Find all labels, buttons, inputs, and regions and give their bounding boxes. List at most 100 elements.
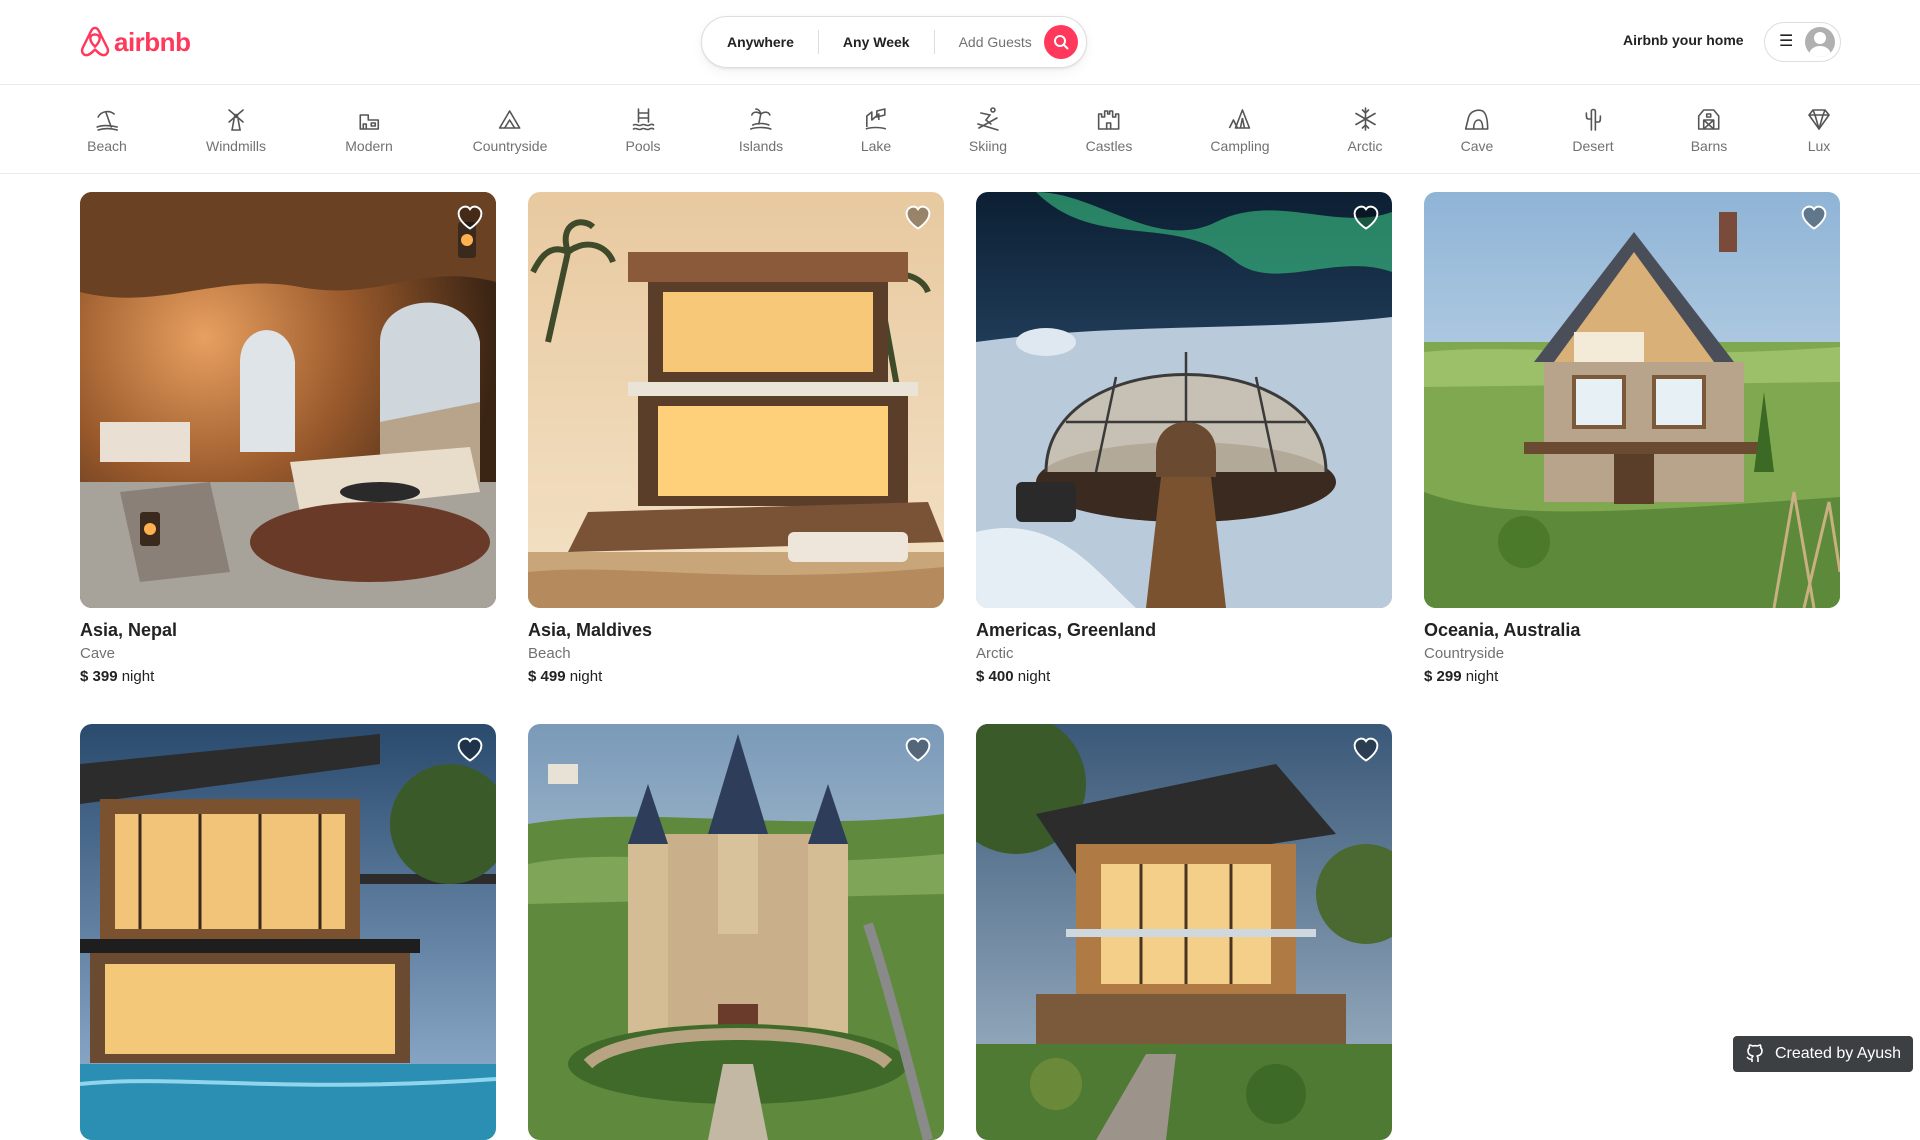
cactus-icon xyxy=(1585,108,1601,131)
search-week[interactable]: Any Week xyxy=(819,34,934,50)
camping-icon xyxy=(1228,109,1250,129)
host-link[interactable]: Airbnb your home xyxy=(1623,32,1744,48)
created-by-badge[interactable]: Created by Ayush xyxy=(1733,1036,1913,1072)
listing-category: Cave xyxy=(80,645,116,662)
header: airbnb Anywhere Any Week Add Guests Airb… xyxy=(0,0,1920,85)
favorite-heart-icon[interactable] xyxy=(1352,736,1380,764)
category-islands[interactable]: Islands xyxy=(739,106,783,154)
favorite-heart-icon[interactable] xyxy=(1800,204,1828,232)
price-unit: night xyxy=(1465,668,1499,685)
category-label: Pools xyxy=(625,138,661,154)
category-label: Desert xyxy=(1572,138,1614,154)
category-label: Cave xyxy=(1460,138,1494,154)
cave-interior-photo[interactable] xyxy=(80,192,496,608)
snowflake-icon xyxy=(1354,107,1376,131)
favorite-heart-icon[interactable] xyxy=(456,204,484,232)
listing-price: $ 299 night xyxy=(1424,668,1840,685)
listing-location: Americas, Greenland xyxy=(976,620,1157,640)
category-windmills[interactable]: Windmills xyxy=(206,106,266,154)
category-label: Lake xyxy=(860,138,892,154)
listing-card[interactable]: Americas, Greenland Arctic $ 400 night xyxy=(976,192,1392,685)
listing-category: Arctic xyxy=(976,645,1014,662)
modern-pool-house-photo[interactable] xyxy=(80,724,496,1140)
airbnb-logo[interactable]: airbnb xyxy=(80,24,191,60)
search-location[interactable]: Anywhere xyxy=(702,34,818,50)
modern-wood-house-photo[interactable] xyxy=(976,724,1392,1140)
category-label: Windmills xyxy=(206,138,266,154)
category-label: Barns xyxy=(1690,138,1728,154)
category-beach[interactable]: Beach xyxy=(87,106,127,154)
hamburger-menu-icon: ☰ xyxy=(1779,33,1794,50)
favorite-heart-icon[interactable] xyxy=(904,204,932,232)
category-campling[interactable]: Campling xyxy=(1210,106,1270,154)
category-modern[interactable]: Modern xyxy=(345,106,393,154)
price-amount: $ 399 xyxy=(80,668,118,685)
search-icon xyxy=(1053,35,1069,50)
category-arctic[interactable]: Arctic xyxy=(1348,106,1383,154)
category-label: Campling xyxy=(1210,138,1270,154)
category-lux[interactable]: Lux xyxy=(1806,106,1832,154)
listing-card[interactable] xyxy=(528,724,944,1140)
pool-icon xyxy=(632,108,654,131)
listing-card[interactable]: Asia, Maldives Beach $ 499 night xyxy=(528,192,944,685)
category-label: Skiing xyxy=(968,138,1008,154)
listing-card[interactable]: Oceania, Australia Countryside $ 299 nig… xyxy=(1424,192,1840,685)
glass-igloo-aurora-photo[interactable] xyxy=(976,192,1392,608)
castle-icon xyxy=(1098,110,1120,130)
user-avatar-icon xyxy=(1805,27,1836,57)
diamond-icon xyxy=(1808,109,1830,130)
listing-price: $ 399 night xyxy=(80,668,496,685)
listing-card[interactable]: Asia, Nepal Cave $ 399 night xyxy=(80,192,496,685)
price-unit: night xyxy=(121,668,155,685)
listing-category: Countryside xyxy=(1424,645,1505,662)
search-guests[interactable]: Add Guests xyxy=(935,34,1044,50)
barn-icon xyxy=(1698,109,1720,130)
windmill-icon xyxy=(228,109,244,131)
category-label: Countryside xyxy=(472,138,548,154)
category-label: Beach xyxy=(87,138,127,154)
island-icon xyxy=(750,108,772,130)
listing-location: Asia, Maldives xyxy=(528,620,653,640)
category-label: Islands xyxy=(738,138,784,154)
favorite-heart-icon[interactable] xyxy=(1352,204,1380,232)
badge-text: Created by Ayush xyxy=(1774,1045,1901,1062)
beach-villa-photo[interactable] xyxy=(528,192,944,608)
price-amount: $ 299 xyxy=(1424,668,1462,685)
countryside-cottage-photo[interactable] xyxy=(1424,192,1840,608)
category-cave[interactable]: Cave xyxy=(1460,106,1494,154)
castle-photo[interactable] xyxy=(528,724,944,1140)
lake-icon xyxy=(865,108,887,130)
category-bar: Beach Windmills Modern Countryside Pools… xyxy=(0,86,1920,174)
listing-price: $ 499 night xyxy=(528,668,944,685)
listing-price: $ 400 night xyxy=(976,668,1392,685)
category-lake[interactable]: Lake xyxy=(861,106,891,154)
category-castles[interactable]: Castles xyxy=(1086,106,1132,154)
category-label: Lux xyxy=(1807,138,1831,154)
listing-location: Asia, Nepal xyxy=(80,620,178,640)
price-amount: $ 400 xyxy=(976,668,1014,685)
user-menu-button[interactable]: ☰ xyxy=(1764,22,1841,62)
cave-icon xyxy=(1465,109,1489,130)
category-skiing[interactable]: Skiing xyxy=(969,106,1007,154)
favorite-heart-icon[interactable] xyxy=(456,736,484,764)
favorite-heart-icon[interactable] xyxy=(904,736,932,764)
category-pools[interactable]: Pools xyxy=(625,106,661,154)
listing-card[interactable] xyxy=(80,724,496,1140)
listing-category: Beach xyxy=(528,645,571,662)
modern-house-icon xyxy=(359,114,379,130)
category-label: Modern xyxy=(345,138,393,154)
category-label: Arctic xyxy=(1347,138,1383,154)
category-barns[interactable]: Barns xyxy=(1690,106,1728,154)
brand-name: airbnb xyxy=(114,26,191,57)
category-countryside[interactable]: Countryside xyxy=(472,106,548,154)
listing-card[interactable] xyxy=(976,724,1392,1140)
beach-icon xyxy=(96,110,118,131)
listing-location: Oceania, Australia xyxy=(1424,620,1581,640)
search-button[interactable] xyxy=(1043,25,1078,59)
countryside-icon xyxy=(499,110,521,129)
github-icon xyxy=(1746,1044,1763,1062)
category-desert[interactable]: Desert xyxy=(1572,106,1614,154)
search-bar[interactable]: Anywhere Any Week Add Guests xyxy=(701,16,1087,68)
price-unit: night xyxy=(1017,668,1051,685)
price-amount: $ 499 xyxy=(528,668,566,685)
